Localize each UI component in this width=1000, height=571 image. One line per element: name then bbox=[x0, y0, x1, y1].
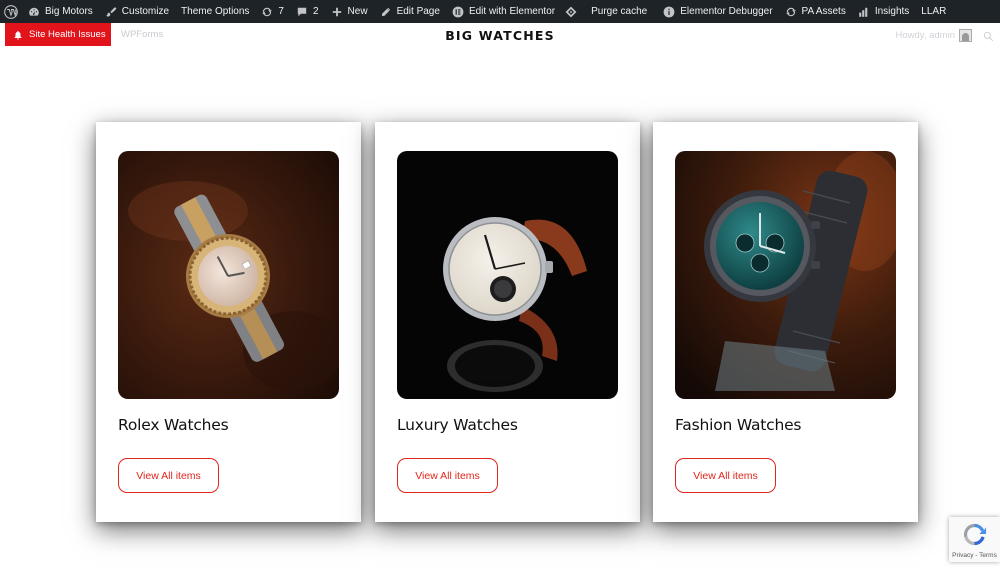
pencil-icon bbox=[380, 6, 392, 18]
purge-cache-label: Purge cache bbox=[591, 6, 648, 17]
edit-with-elementor-label: Edit with Elementor bbox=[468, 6, 556, 17]
pa-assets-menu[interactable]: PA Assets bbox=[779, 0, 852, 23]
card-title: Fashion Watches bbox=[675, 416, 802, 434]
dashboard-icon bbox=[28, 6, 40, 18]
updates-menu[interactable]: 7 bbox=[255, 0, 290, 23]
site-name-label: Big Motors bbox=[45, 6, 93, 17]
comments-menu[interactable]: 2 bbox=[290, 0, 325, 23]
paintbrush-icon bbox=[105, 6, 117, 18]
elementor-debugger-label: Elementor Debugger bbox=[680, 6, 773, 17]
view-all-items-button[interactable]: View All items bbox=[397, 458, 498, 493]
updates-count: 7 bbox=[278, 6, 284, 17]
edit-page-label: Edit Page bbox=[396, 6, 440, 17]
avatar bbox=[959, 29, 972, 42]
site-title[interactable]: BIG WATCHES bbox=[0, 28, 1000, 43]
recaptcha-links[interactable]: Privacy - Terms bbox=[949, 552, 1000, 559]
category-card-fashion: Fashion Watches View All items bbox=[653, 122, 918, 522]
view-all-items-button[interactable]: View All items bbox=[118, 458, 219, 493]
info-icon bbox=[663, 6, 675, 18]
view-all-items-button[interactable]: View All items bbox=[675, 458, 776, 493]
search-icon[interactable] bbox=[983, 29, 994, 42]
refresh-icon bbox=[261, 6, 273, 18]
llar-label: LLAR bbox=[921, 6, 947, 17]
card-title: Rolex Watches bbox=[118, 416, 229, 434]
new-label: New bbox=[347, 6, 368, 17]
plus-icon bbox=[331, 6, 343, 18]
pa-assets-label: PA Assets bbox=[801, 6, 846, 17]
luxury-watch-image bbox=[397, 151, 618, 399]
comments-count: 2 bbox=[312, 6, 319, 17]
elementor-icon bbox=[452, 6, 464, 18]
wp-admin-bar: Big Motors Customize Theme Options 7 2 N… bbox=[0, 0, 1000, 23]
howdy-label: Howdy, admin bbox=[895, 30, 956, 41]
diamond-icon bbox=[565, 6, 577, 18]
customize-menu[interactable]: Customize bbox=[99, 0, 175, 23]
theme-options-menu[interactable]: Theme Options bbox=[175, 0, 255, 23]
bar-chart-icon bbox=[858, 6, 870, 18]
customize-label: Customize bbox=[121, 6, 170, 17]
insights-label: Insights bbox=[874, 6, 910, 17]
fashion-watch-image bbox=[675, 151, 896, 399]
howdy-account[interactable]: Howdy, admin bbox=[895, 29, 972, 42]
site-header: Site Health Issues WPForms BIG WATCHES H… bbox=[0, 23, 1000, 47]
site-name-menu[interactable]: Big Motors bbox=[22, 0, 99, 23]
category-card-rolex: Rolex Watches View All items bbox=[96, 122, 361, 522]
insights-menu[interactable]: Insights bbox=[852, 0, 915, 23]
category-card-luxury: Luxury Watches View All items bbox=[375, 122, 640, 522]
edit-with-elementor-menu[interactable]: Edit with Elementor bbox=[446, 0, 561, 23]
purge-cache-menu[interactable]: Purge cache bbox=[561, 0, 653, 23]
elementor-debugger-menu[interactable]: Elementor Debugger bbox=[653, 0, 778, 23]
refresh-icon bbox=[785, 6, 797, 18]
wp-logo-menu[interactable] bbox=[0, 0, 22, 23]
card-title: Luxury Watches bbox=[397, 416, 518, 434]
wordpress-logo-icon bbox=[4, 4, 18, 19]
llar-menu[interactable]: LLAR bbox=[915, 0, 952, 23]
new-content-menu[interactable]: New bbox=[325, 0, 374, 23]
theme-options-label: Theme Options bbox=[181, 6, 250, 17]
recaptcha-badge[interactable]: Privacy - Terms bbox=[949, 517, 1000, 562]
rolex-watch-image bbox=[118, 151, 339, 399]
edit-page-menu[interactable]: Edit Page bbox=[374, 0, 446, 23]
recaptcha-logo-icon bbox=[961, 521, 988, 548]
comment-icon bbox=[296, 6, 308, 18]
